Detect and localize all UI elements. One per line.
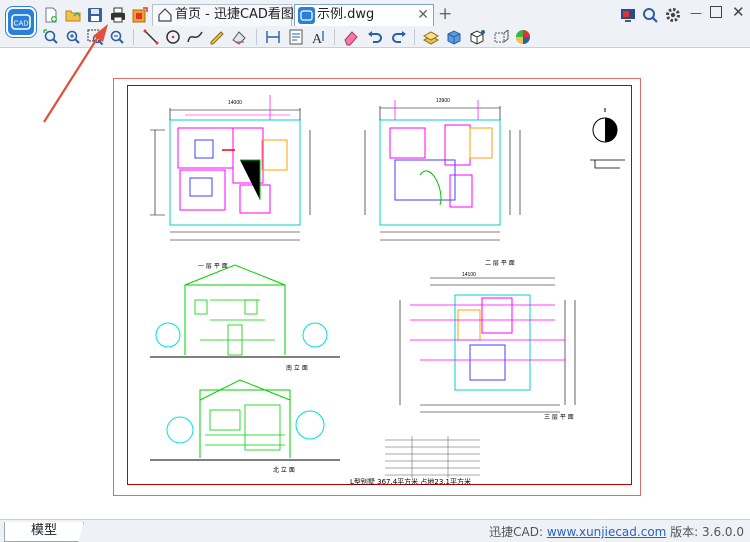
dimension-label: 13900 (436, 98, 450, 104)
cad-drawing: 14000 13900 14100 (43, 24, 625, 478)
elevation-north (150, 379, 340, 461)
plan-title-1: 一 层 平 面 (198, 263, 228, 270)
annotation-arrow-icon (43, 24, 108, 123)
version-suffix: 版本: 3.6.0.0 (666, 525, 744, 539)
version-info: 迅捷CAD: www.xunjiecad.com 版本: 3.6.0.0 (489, 523, 744, 540)
summary-label: L型别墅 367.4平方米 占地23.1平方米 (350, 478, 471, 486)
version-prefix: 迅捷CAD: (489, 525, 547, 539)
elevation-title-2: 北 立 面 (273, 467, 295, 474)
floor-plan-2: 13900 (364, 98, 521, 241)
plan-title-3: 三 层 平 面 (544, 414, 574, 421)
floor-plan-3: 14100 (399, 272, 576, 413)
plan-title-2: 二 层 平 面 (485, 260, 515, 267)
north-arrow-icon (590, 108, 625, 169)
dimension-label: 14100 (462, 272, 476, 278)
website-link[interactable]: www.xunjiecad.com (547, 525, 667, 539)
elevation-title-1: 南 立 面 (286, 365, 308, 372)
cad-viewer-window: CAD 首页 - 迅捷CAD看图 示例.dwg ✕ + — ✕ A 14000 … (0, 0, 750, 542)
elevation-south (150, 264, 340, 358)
model-tab[interactable]: 模型 (4, 522, 84, 542)
dimension-label: 14000 (228, 100, 242, 106)
area-summary-table (385, 436, 480, 478)
floor-plan-1: 14000 (150, 95, 311, 241)
